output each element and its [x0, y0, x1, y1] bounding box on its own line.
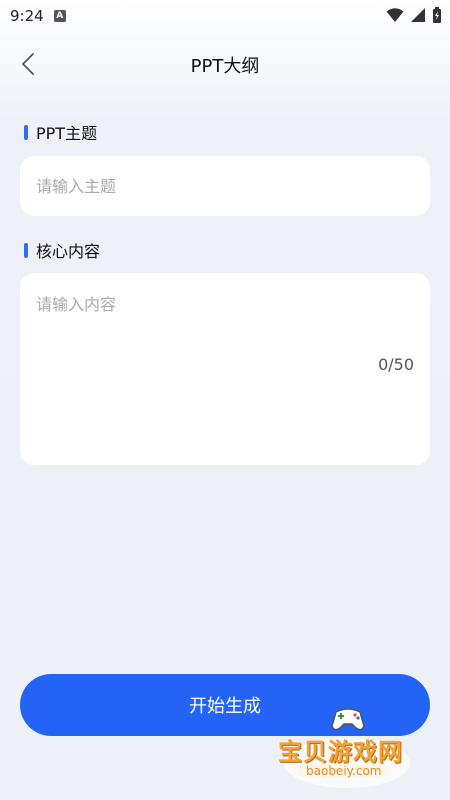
status-time: 9:24	[10, 7, 44, 25]
watermark: 宝贝游戏网 baobeiy.com	[272, 700, 422, 790]
battery-icon	[433, 7, 441, 23]
topic-label-text: PPT主题	[36, 124, 98, 143]
notification-icon: A	[53, 10, 66, 22]
cellular-signal-icon	[411, 8, 425, 22]
watermark-url: baobeiy.com	[298, 764, 390, 778]
status-bar: 9:24 A	[0, 0, 450, 32]
navigation-bar: PPT大纲	[0, 40, 450, 88]
content-textarea[interactable]	[20, 273, 430, 465]
accent-marker	[24, 242, 28, 258]
topic-card	[20, 156, 430, 216]
accent-marker	[24, 124, 28, 140]
wifi-icon	[386, 8, 404, 22]
character-counter: 0/50	[378, 355, 414, 374]
topic-section-label: PPT主题	[24, 120, 97, 144]
topic-input[interactable]	[20, 156, 430, 216]
status-indicators	[386, 7, 442, 23]
watermark-title: 宝贝游戏网	[278, 738, 403, 766]
gamepad-icon	[331, 708, 365, 731]
content-label-text: 核心内容	[36, 242, 101, 261]
content-section-label: 核心内容	[24, 238, 100, 262]
content-card: 0/50	[20, 273, 430, 465]
page-title: PPT大纲	[190, 56, 260, 77]
